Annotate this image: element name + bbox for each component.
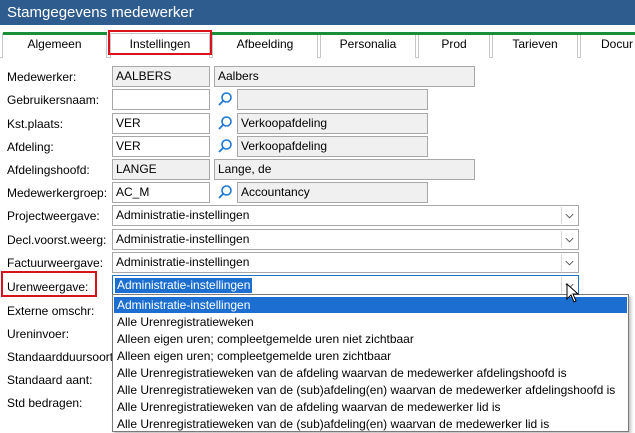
search-icon[interactable] xyxy=(217,184,233,200)
medewerker-name-field: Aalbers xyxy=(214,66,475,87)
search-icon[interactable] xyxy=(217,115,233,131)
tab-instellingen[interactable]: Instellingen xyxy=(110,33,210,58)
standaard-aant-label: Standaard aant: xyxy=(7,373,93,387)
tab-tarieven[interactable]: Tarieven xyxy=(492,33,578,58)
dropdown-option[interactable]: Alleen eigen uren; compleetgemelde uren … xyxy=(114,348,627,364)
tab-strip: Algemeen Instellingen Afbeelding Persona… xyxy=(0,25,635,58)
tab-accent-right xyxy=(212,32,635,35)
medewerker-label: Medewerker: xyxy=(7,70,77,84)
declvoorst-value: Administratie-instellingen xyxy=(116,232,250,246)
factuurweergave-value: Administratie-instellingen xyxy=(116,255,250,269)
urenweergave-dropdown-list: Administratie-instellingen Alle Urenregi… xyxy=(112,294,629,432)
medewerkergroep-description: Accountancy xyxy=(237,182,428,203)
afdeling-input[interactable]: VER xyxy=(112,136,210,157)
afdelingshoofd-code-field: LANGE xyxy=(112,159,210,180)
gebruikersnaam-description xyxy=(237,89,428,110)
tab-prod[interactable]: Prod xyxy=(418,33,490,58)
projectweergave-label: Projectweergave: xyxy=(7,209,100,223)
urenweergave-value: Administratie-instellingen xyxy=(115,278,253,293)
dropdown-option[interactable]: Alle Urenregistratieweken van de (sub)af… xyxy=(114,416,627,432)
chevron-down-icon[interactable] xyxy=(561,207,577,224)
kstplaats-description: Verkoopafdeling xyxy=(237,113,428,134)
search-icon[interactable] xyxy=(217,138,233,154)
medewerkergroep-input[interactable]: AC_M xyxy=(112,182,210,203)
std-bedragen-label: Std bedragen: xyxy=(7,396,83,410)
urenweergave-select[interactable]: Administratie-instellingen xyxy=(112,275,579,296)
declvoorst-label: Decl.voorst.weerg: xyxy=(7,233,107,247)
urenweergave-label: Urenweergave: xyxy=(7,280,89,294)
kstplaats-input[interactable]: VER xyxy=(112,113,210,134)
dropdown-option[interactable]: Alle Urenregistratieweken van de (sub)af… xyxy=(114,382,627,398)
externe-omschr-label: Externe omschr: xyxy=(7,304,95,318)
dropdown-option[interactable]: Alle Urenregistratieweken van de afdelin… xyxy=(114,399,627,415)
chevron-down-icon[interactable] xyxy=(561,231,577,248)
search-icon[interactable] xyxy=(217,91,233,107)
chevron-down-icon[interactable] xyxy=(561,254,577,271)
gebruikersnaam-input[interactable] xyxy=(112,89,210,110)
medewerker-code-field: AALBERS xyxy=(112,66,210,87)
tab-algemeen[interactable]: Algemeen xyxy=(2,33,107,58)
projectweergave-select[interactable]: Administratie-instellingen xyxy=(112,205,579,226)
factuurweergave-label: Factuurweergave: xyxy=(7,256,104,270)
factuurweergave-select[interactable]: Administratie-instellingen xyxy=(112,252,579,273)
medewerkergroep-label: Medewerkergroep: xyxy=(7,186,108,200)
afdeling-label: Afdeling: xyxy=(7,140,54,154)
dropdown-option[interactable]: Alle Urenregistratieweken xyxy=(114,314,627,330)
afdelingshoofd-label: Afdelingshoofd: xyxy=(7,163,90,177)
mouse-cursor-icon xyxy=(566,283,580,303)
tab-documenten[interactable]: Docur xyxy=(580,33,635,58)
kstplaats-label: Kst.plaats: xyxy=(7,117,64,131)
declvoorst-select[interactable]: Administratie-instellingen xyxy=(112,229,579,250)
ureninvoer-label: Ureninvoer: xyxy=(7,327,70,341)
tab-afbeelding[interactable]: Afbeelding xyxy=(212,33,318,58)
projectweergave-value: Administratie-instellingen xyxy=(116,208,250,222)
gebruikersnaam-label: Gebruikersnaam: xyxy=(7,93,100,107)
tab-personalia[interactable]: Personalia xyxy=(320,33,416,58)
afdeling-description: Verkoopafdeling xyxy=(237,136,428,157)
window-title: Stamgegevens medewerker xyxy=(0,0,635,25)
tab-accent-left xyxy=(3,32,107,35)
dropdown-option[interactable]: Alleen eigen uren; compleetgemelde uren … xyxy=(114,331,627,347)
standaardduursoort-label: Standaardduursoort: xyxy=(7,350,117,364)
dropdown-option[interactable]: Alle Urenregistratieweken van de afdelin… xyxy=(114,365,627,381)
dropdown-option[interactable]: Administratie-instellingen xyxy=(114,297,627,313)
afdelingshoofd-name-field: Lange, de xyxy=(214,159,475,180)
